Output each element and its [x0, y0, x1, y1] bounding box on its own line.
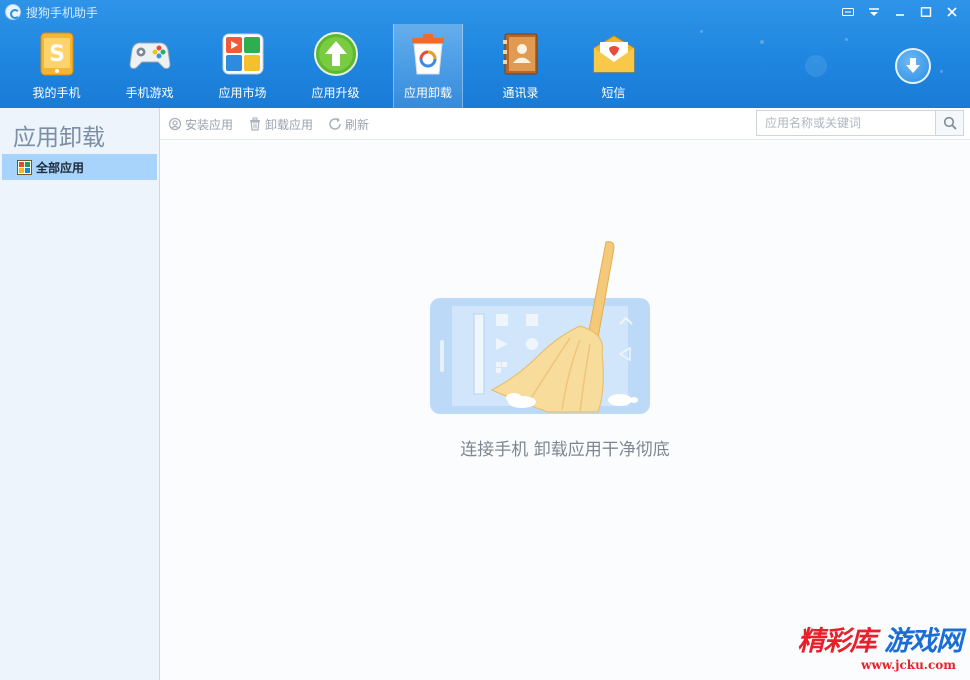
sidebar-item-label: 全部应用 — [36, 160, 85, 175]
window-controls — [836, 2, 964, 22]
watermark-logo: 精彩库 游戏网 — [797, 619, 963, 658]
maximize-icon[interactable] — [914, 2, 938, 22]
nav-label: 手机游戏 — [125, 86, 174, 100]
sidebar: 应用卸载 全部应用 — [0, 108, 160, 680]
app-market-icon — [219, 30, 267, 78]
refresh-label: 刷新 — [345, 117, 370, 132]
sogou-logo-icon — [5, 4, 21, 20]
search-input[interactable] — [757, 111, 937, 135]
nav-item-mobile-games[interactable]: 手机游戏 — [103, 24, 196, 108]
background-sparkle — [940, 70, 943, 73]
background-sparkle — [845, 38, 848, 41]
contacts-book-icon — [497, 30, 545, 78]
app-title: 搜狗手机助手 — [26, 6, 99, 20]
install-app-button[interactable]: 安装应用 — [168, 116, 233, 132]
background-sparkle — [805, 55, 827, 77]
toolbar: 安装应用 卸载应用 刷新 — [160, 108, 970, 140]
trash-icon — [248, 117, 262, 131]
uninstall-app-button[interactable]: 卸载应用 — [248, 116, 313, 132]
upgrade-arrow-icon — [312, 30, 360, 78]
sidebar-title: 应用卸载 — [13, 125, 105, 151]
nav-label: 我的手机 — [32, 86, 81, 100]
background-sparkle — [700, 30, 703, 33]
gamepad-icon — [126, 30, 174, 78]
nav-label: 应用卸载 — [403, 86, 452, 100]
refresh-button[interactable]: 刷新 — [328, 116, 369, 132]
refresh-icon — [328, 117, 342, 131]
search-button[interactable] — [935, 111, 963, 135]
main-content: 连接手机 卸载应用干净彻底 — [160, 140, 970, 680]
top-bar: 搜狗手机助手 S 我的手机 手机游戏 应用市场 应用升级 应用卸载 通讯录 短信 — [0, 0, 970, 108]
uninstall-app-label: 卸载应用 — [265, 117, 314, 132]
menu-icon[interactable] — [836, 2, 860, 22]
watermark-text-blue: 游戏网 — [884, 626, 963, 657]
close-icon[interactable] — [940, 2, 964, 22]
nav-label: 短信 — [601, 86, 626, 100]
empty-state-message: 连接手机 卸载应用干净彻底 — [460, 440, 670, 460]
grid-icon — [17, 159, 32, 175]
title-bar: 搜狗手机助手 — [0, 0, 970, 24]
nav-item-app-uninstall[interactable]: 应用卸载 — [393, 24, 463, 108]
watermark-url: www.jcku.com — [861, 658, 956, 672]
install-icon — [168, 117, 182, 131]
phone-icon: S — [33, 30, 81, 78]
background-sparkle — [760, 40, 764, 44]
nav-item-sms[interactable]: 短信 — [567, 24, 660, 108]
nav-item-contacts[interactable]: 通讯录 — [474, 24, 567, 108]
nav-item-app-market[interactable]: 应用市场 — [196, 24, 289, 108]
nav-label: 通讯录 — [502, 86, 539, 100]
trash-can-icon — [404, 30, 452, 78]
nav-item-my-phone[interactable]: S 我的手机 — [10, 24, 103, 108]
dropdown-icon[interactable] — [862, 2, 886, 22]
watermark-text-red: 精彩库 — [797, 626, 877, 657]
main-nav: S 我的手机 手机游戏 应用市场 应用升级 应用卸载 通讯录 短信 — [10, 24, 660, 108]
search-box — [756, 110, 964, 136]
search-icon — [943, 116, 957, 130]
svg-text:S: S — [49, 42, 65, 67]
broom-sweeping-phone-icon — [430, 240, 650, 415]
nav-label: 应用升级 — [311, 86, 360, 100]
install-app-label: 安装应用 — [185, 117, 234, 132]
nav-label: 应用市场 — [218, 86, 267, 100]
download-arrow-icon[interactable] — [895, 48, 931, 84]
nav-item-app-upgrade[interactable]: 应用升级 — [289, 24, 382, 108]
minimize-icon[interactable] — [888, 2, 912, 22]
envelope-icon — [590, 30, 638, 78]
sidebar-item-all-apps[interactable]: 全部应用 — [2, 154, 157, 180]
